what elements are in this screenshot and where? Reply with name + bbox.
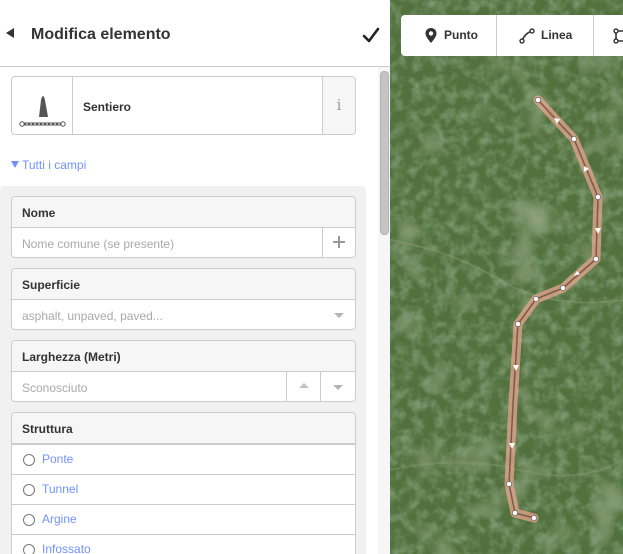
radio-label: Argine xyxy=(42,512,77,526)
add-point-label: Punto xyxy=(444,28,478,42)
add-localized-name-plus-icon[interactable] xyxy=(322,228,355,257)
structure-field-header: Struttura xyxy=(12,413,355,444)
map-view[interactable]: bing xyxy=(390,0,623,554)
width-input[interactable]: Sconosciuto xyxy=(22,381,87,395)
info-icon[interactable]: i xyxy=(322,77,355,134)
all-fields-label: Tutti i campi xyxy=(22,158,87,172)
radio-button[interactable] xyxy=(23,514,35,526)
disclosure-triangle-icon xyxy=(11,161,19,168)
increment-arrow-icon[interactable] xyxy=(286,372,321,401)
structure-option-cutting[interactable]: Infossato xyxy=(12,534,355,554)
structure-option-bridge[interactable]: Ponte xyxy=(12,444,355,474)
add-area-button[interactable] xyxy=(594,15,623,56)
surface-field-header: Superficie xyxy=(12,269,355,300)
surface-field: Superficie asphalt, unpaved, paved... xyxy=(11,268,356,330)
width-label: Larghezza (Metri) xyxy=(22,350,121,364)
add-line-button[interactable]: Linea xyxy=(497,15,594,56)
structure-field: Struttura Ponte Tunnel Argine Infossato xyxy=(11,412,356,554)
name-field: Nome Nome comune (se presente) xyxy=(11,196,356,258)
scrollbar[interactable] xyxy=(378,67,390,554)
name-label: Nome xyxy=(22,206,56,220)
inspector-panel: Modifica elemento Sentiero i Tutti i cam… xyxy=(0,0,390,554)
radio-label: Ponte xyxy=(42,452,74,466)
radio-button[interactable] xyxy=(23,484,35,496)
structure-option-tunnel[interactable]: Tunnel xyxy=(12,474,355,504)
polyline-icon xyxy=(519,28,535,44)
back-icon[interactable] xyxy=(6,28,14,38)
add-point-button[interactable]: Punto xyxy=(401,15,497,56)
add-line-label: Linea xyxy=(541,28,573,42)
radio-label: Infossato xyxy=(42,542,91,554)
preset-selector[interactable]: Sentiero i xyxy=(11,76,356,135)
structure-label: Struttura xyxy=(22,422,73,436)
radio-button[interactable] xyxy=(23,544,35,554)
structure-option-embankment[interactable]: Argine xyxy=(12,504,355,534)
satellite-imagery xyxy=(390,0,623,554)
map-toolbar: Punto Linea xyxy=(401,15,623,56)
decrement-arrow-icon[interactable] xyxy=(320,372,355,401)
page-title: Modifica elemento xyxy=(31,26,171,43)
name-field-header: Nome xyxy=(12,197,355,228)
scrollbar-thumb[interactable] xyxy=(380,71,389,235)
width-field-header: Larghezza (Metri) xyxy=(12,341,355,372)
width-field: Larghezza (Metri) Sconosciuto xyxy=(11,340,356,402)
chevron-down-icon[interactable] xyxy=(323,300,355,329)
all-fields-toggle[interactable]: Tutti i campi xyxy=(11,158,86,172)
surface-combo-input[interactable]: asphalt, unpaved, paved... xyxy=(22,309,163,323)
name-input[interactable]: Nome comune (se presente) xyxy=(22,237,174,251)
polygon-icon xyxy=(613,28,623,44)
surface-label: Superficie xyxy=(22,278,81,292)
inspector-header: Modifica elemento xyxy=(0,0,390,67)
map-pin-icon xyxy=(425,28,437,43)
preset-name: Sentiero xyxy=(83,100,132,114)
checkmark-icon[interactable] xyxy=(360,24,382,46)
radio-label: Tunnel xyxy=(42,482,79,496)
path-icon xyxy=(12,77,73,134)
radio-button[interactable] xyxy=(23,454,35,466)
